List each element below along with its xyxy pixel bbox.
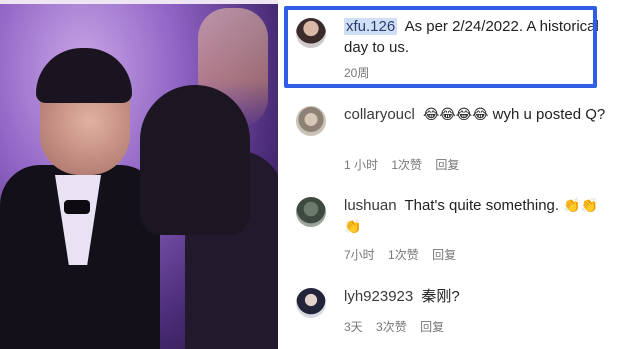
comment-meta: 7小时 1次赞 回复 [344,246,466,263]
timestamp: 7小时 [344,248,375,262]
username[interactable]: lyh923923 [344,288,413,305]
reply-button[interactable]: 回复 [435,158,459,172]
comment-body: wyh u posted Q? [492,106,606,123]
comment-text: lyh923923 秦刚? [344,286,608,307]
comment-body: 秦刚? [421,288,460,305]
comment-meta: 1 小时 1次赞 回复 [344,156,469,173]
likes-count[interactable]: 1次赞 [391,158,422,172]
avatar[interactable] [296,106,326,136]
event-photo [0,0,278,349]
username[interactable]: lushuan [344,197,397,214]
timestamp: 3天 [344,320,363,334]
comment-body: That's quite something. [404,197,560,214]
comment-meta: 3天 3次赞 回复 [344,318,454,335]
reply-button[interactable]: 回复 [432,248,456,262]
photo-top-edge [0,0,278,4]
comment-text: lushuan That's quite something. 👏👏👏 [344,195,608,237]
username[interactable]: collaryoucl [344,106,415,123]
avatar[interactable] [296,288,326,318]
likes-count[interactable]: 3次赞 [376,320,407,334]
timestamp: 1 小时 [344,158,379,172]
reply-button[interactable]: 回复 [420,320,444,334]
likes-count[interactable]: 1次赞 [388,248,419,262]
highlight-box [284,6,597,88]
comment-text: collaryoucl 😂😂😂😂 wyh u posted Q? [344,104,608,125]
photo-person-back [140,85,250,235]
avatar[interactable] [296,197,326,227]
photo-bowtie [64,200,90,214]
laughing-emoji: 😂😂😂😂 [423,106,489,122]
photo-hair [36,48,132,103]
